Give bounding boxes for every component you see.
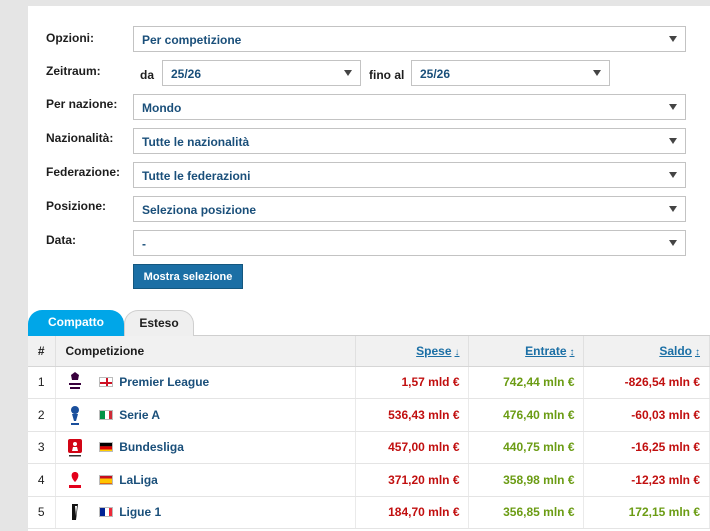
row-saldo: -60,03 mln € [583,398,710,432]
row-num: 5 [28,496,56,529]
opzioni-label: Opzioni: [46,31,94,45]
table-row: 2 Serie A 536,43 mln € 476,40 mln € -60,… [28,398,710,432]
competition-link[interactable]: LaLiga [119,473,158,487]
posizione-select[interactable]: Seleziona posizione [133,196,686,222]
italy-flag-icon [98,409,113,420]
data-value: - [142,237,146,251]
zeitraum-fino-select[interactable]: 25/26 [411,60,610,86]
row-spese: 1,57 mld € [355,366,469,399]
zeitraum-fino-label: fino al [369,68,405,82]
chevron-down-icon [669,172,677,178]
chevron-down-icon [669,240,677,246]
sort-icon: ↕ [569,346,575,358]
chevron-down-icon [669,206,677,212]
competition-link[interactable]: Bundesliga [119,440,184,454]
header-num: # [28,336,56,367]
nazione-value: Mondo [142,101,182,115]
header-spese[interactable]: Spese ↓ [355,336,469,367]
competition-link[interactable]: Serie A [119,408,160,422]
federazione-value: Tutte le federazioni [142,169,251,183]
row-num: 4 [28,463,56,497]
spain-flag-icon [98,474,113,485]
header-competizione: Competizione [55,336,356,367]
premier-league-logo-icon[interactable] [66,371,84,393]
serie-a-logo-icon[interactable] [66,404,84,426]
opzioni-value: Per competizione [142,33,242,47]
zeitraum-da-value: 25/26 [171,67,202,81]
row-spese: 371,20 mln € [355,463,469,497]
row-entrate: 440,75 mln € [468,431,584,464]
row-num: 3 [28,431,56,464]
chevron-down-icon [344,70,352,76]
ligue-1-logo-icon[interactable] [66,501,84,523]
chevron-down-icon [669,36,677,42]
row-saldo: -826,54 mln € [583,366,710,399]
row-spese: 536,43 mln € [355,398,469,432]
row-saldo: -12,23 mln € [583,463,710,497]
posizione-label: Posizione: [46,199,107,213]
zeitraum-label: Zeitraum: [46,64,101,78]
row-competition: Premier League [55,366,356,399]
table-row: 1 Premier League 1,57 mld € 742,44 mln €… [28,366,710,399]
competition-link[interactable]: Ligue 1 [119,505,161,519]
table-row: 3 Bundesliga 457,00 mln € 440,75 mln € -… [28,431,710,464]
chevron-down-icon [593,70,601,76]
header-saldo[interactable]: Saldo ↕ [583,336,710,367]
row-num: 2 [28,398,56,432]
row-competition: LaLiga [55,463,356,497]
row-spese: 184,70 mln € [355,496,469,529]
nazionalita-label: Nazionalità: [46,131,114,145]
data-select[interactable]: - [133,230,686,256]
view-tabs: Compatto Esteso [28,310,710,336]
row-num: 1 [28,366,56,399]
header-entrate-label[interactable]: Entrate [525,344,566,358]
header-spese-label[interactable]: Spese [416,344,451,358]
row-spese: 457,00 mln € [355,431,469,464]
transfer-filter-panel: Opzioni: Per competizione Zeitraum: da 2… [28,6,710,531]
england-flag-icon [98,377,113,388]
posizione-value: Seleziona posizione [142,203,257,217]
row-entrate: 358,98 mln € [468,463,584,497]
france-flag-icon [98,507,113,518]
chevron-down-icon [669,138,677,144]
row-competition: Serie A [55,398,356,432]
opzioni-select[interactable]: Per competizione [133,26,686,52]
row-competition: Ligue 1 [55,496,356,529]
tab-compatto[interactable]: Compatto [28,310,124,336]
row-entrate: 356,85 mln € [468,496,584,529]
federazione-select[interactable]: Tutte le federazioni [133,162,686,188]
competition-link[interactable]: Premier League [119,375,209,389]
bundesliga-logo-icon[interactable] [66,436,84,458]
sort-desc-icon: ↓ [454,346,460,358]
zeitraum-da-select[interactable]: 25/26 [162,60,361,86]
nazionalita-select[interactable]: Tutte le nazionalità [133,128,686,154]
tab-esteso[interactable]: Esteso [124,310,194,336]
row-entrate: 476,40 mln € [468,398,584,432]
chevron-down-icon [669,104,677,110]
row-saldo: -16,25 mln € [583,431,710,464]
row-entrate: 742,44 mln € [468,366,584,399]
data-label: Data: [46,233,77,247]
table-row: 4 LaLiga 371,20 mln € 358,98 mln € -12,2… [28,463,710,497]
zeitraum-fino-value: 25/26 [420,67,451,81]
nazionalita-value: Tutte le nazionalità [142,135,250,149]
germany-flag-icon [98,442,113,453]
table-row: 5 Ligue 1 184,70 mln € 356,85 mln € 172,… [28,496,710,529]
nazione-select[interactable]: Mondo [133,94,686,120]
federazione-label: Federazione: [46,165,121,179]
mostra-selezione-button[interactable]: Mostra selezione [133,264,243,289]
laliga-logo-icon[interactable] [66,469,84,491]
nazione-label: Per nazione: [46,97,118,111]
sort-icon: ↕ [695,346,700,358]
zeitraum-da-label: da [140,68,155,82]
competitions-table: # Competizione Spese ↓ Entrate ↕ Saldo ↕ 1 … [28,336,710,529]
header-saldo-label[interactable]: Saldo [659,344,692,358]
row-saldo: 172,15 mln € [583,496,710,529]
row-competition: Bundesliga [55,431,356,464]
header-entrate[interactable]: Entrate ↕ [468,336,584,367]
